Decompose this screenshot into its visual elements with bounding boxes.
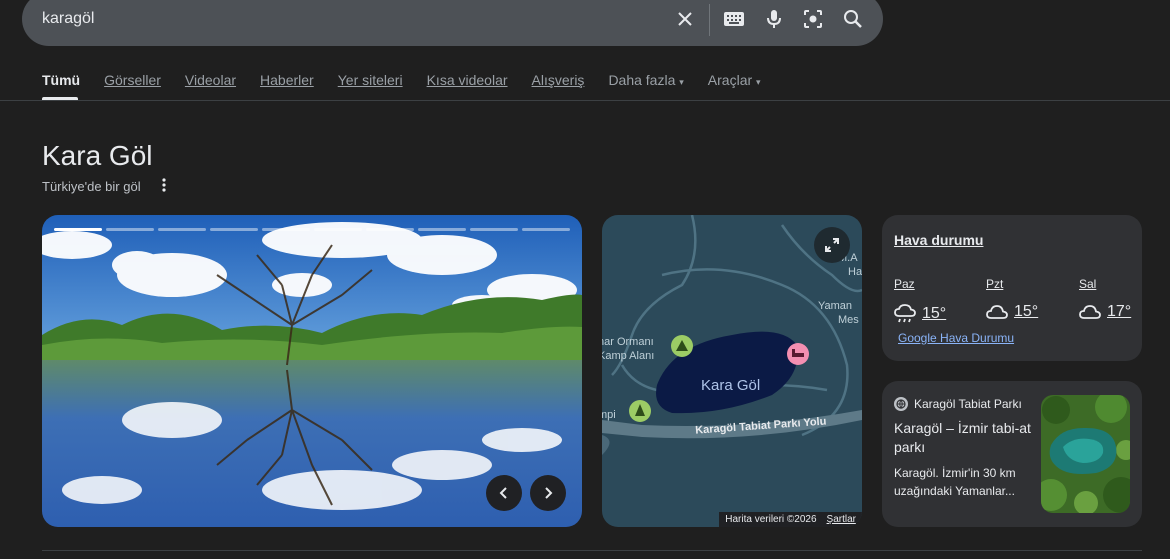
search-bar[interactable]: karagöl — [22, 0, 883, 46]
carousel-progress — [54, 228, 570, 231]
article-snippet: Karagöl. İzmir'in 30 km uzağındaki Yaman… — [894, 466, 1016, 498]
tab-videos[interactable]: Videolar — [185, 72, 236, 88]
map-poi-label: Kamp Alanı — [602, 350, 654, 362]
search-tabs: Tümü Görseller Videolar Haberler Yer sit… — [42, 72, 785, 88]
map-view: Kara Göl Karagöl Tabiat Parkı Yolu nar O… — [602, 215, 862, 455]
search-divider — [709, 4, 710, 36]
microphone-icon[interactable] — [761, 6, 787, 32]
article-title[interactable]: Karagöl – İzmir tabi-at parkı — [894, 419, 1034, 457]
progress-segment — [418, 228, 466, 231]
map-expand-button[interactable] — [814, 227, 850, 263]
entity-subtitle: Türkiye'de bir göl — [42, 179, 141, 194]
weather-forecast-item[interactable]: 15° — [894, 303, 946, 325]
map-terms-link[interactable]: Şartlar — [827, 514, 856, 525]
weather-day[interactable]: Pzt — [986, 277, 1003, 291]
tab-more-label: Daha fazla — [608, 72, 676, 88]
tab-shopping[interactable]: Alışveriş — [532, 72, 585, 88]
weather-card: Hava durumu Paz 15° Pzt 15° Sal 17° Goog… — [882, 215, 1142, 361]
progress-segment — [470, 228, 518, 231]
weather-day[interactable]: Sal — [1079, 277, 1096, 291]
more-options-icon[interactable] — [158, 176, 170, 194]
weather-title-link[interactable]: Hava durumu — [894, 232, 983, 248]
progress-segment — [522, 228, 570, 231]
rain-cloud-icon — [894, 304, 916, 323]
map-card[interactable]: Kara Göl Karagöl Tabiat Parkı Yolu nar O… — [602, 215, 862, 527]
aerial-lake-image — [1041, 395, 1130, 513]
entity-title: Kara Göl — [42, 140, 153, 171]
progress-segment — [158, 228, 206, 231]
campsite-pin-icon — [671, 335, 693, 357]
expand-icon — [825, 238, 839, 252]
search-input[interactable]: karagöl — [42, 10, 94, 28]
article-card[interactable]: Karagöl Tabiat Parkı Karagöl – İzmir tab… — [882, 381, 1142, 527]
globe-icon — [894, 397, 908, 411]
weather-forecast-item[interactable]: 17° — [1079, 303, 1131, 321]
article-thumbnail[interactable] — [1041, 395, 1130, 513]
progress-segment — [106, 228, 154, 231]
weather-temp: 15° — [922, 305, 947, 322]
article-source: Karagöl Tabiat Parkı — [894, 397, 1022, 411]
weather-temp: 15° — [1014, 303, 1039, 320]
caret-down-icon: ▾ — [679, 77, 684, 87]
article-source-name: Karagöl Tabiat Parkı — [914, 397, 1022, 411]
lens-icon[interactable] — [800, 6, 826, 32]
park-pin-icon — [629, 400, 651, 422]
tab-places[interactable]: Yer siteleri — [338, 72, 403, 88]
tab-all[interactable]: Tümü — [42, 72, 80, 88]
map-poi-label: nar Ormanı — [602, 336, 654, 348]
cloud-icon — [1079, 305, 1101, 319]
carousel-next-button[interactable] — [530, 475, 566, 511]
map-poi-label: Yaman — [818, 300, 852, 312]
tab-news[interactable]: Haberler — [260, 72, 314, 88]
progress-segment — [210, 228, 258, 231]
keyboard-icon[interactable] — [721, 6, 747, 32]
weather-temp: 17° — [1107, 303, 1132, 320]
chevron-left-icon — [499, 487, 507, 499]
photo-carousel[interactable] — [42, 215, 582, 527]
map-footer: Harita verileri ©2026 Şartlar — [719, 512, 862, 527]
map-poi-label: mpi — [602, 409, 616, 421]
tab-more[interactable]: Daha fazla ▾ — [608, 72, 683, 88]
map-poi-label: Ha — [848, 266, 862, 278]
map-poi-label: Mes — [838, 314, 859, 326]
tabs-divider — [0, 100, 1170, 101]
cloud-icon — [986, 305, 1008, 319]
map-data-credit: Harita verileri ©2026 — [725, 514, 817, 525]
tab-images[interactable]: Görseller — [104, 72, 161, 88]
tab-short-videos[interactable]: Kısa videolar — [427, 72, 508, 88]
weather-day[interactable]: Paz — [894, 277, 915, 291]
progress-segment — [366, 228, 414, 231]
section-divider — [42, 550, 1142, 551]
tab-tools-label: Araçlar — [707, 72, 753, 88]
chevron-right-icon — [545, 487, 553, 499]
carousel-prev-button[interactable] — [486, 475, 522, 511]
progress-segment — [54, 228, 102, 231]
caret-down-icon: ▾ — [756, 77, 761, 87]
tab-tools[interactable]: Araçlar ▾ — [708, 72, 761, 88]
progress-segment — [314, 228, 362, 231]
lodging-pin-icon — [787, 343, 809, 365]
progress-segment — [262, 228, 310, 231]
google-weather-link[interactable]: Google Hava Durumu — [898, 331, 1014, 345]
clear-icon[interactable] — [672, 6, 698, 32]
weather-forecast-item[interactable]: 15° — [986, 303, 1038, 321]
search-icon[interactable] — [840, 6, 866, 32]
map-lake-label: Kara Göl — [701, 377, 760, 394]
